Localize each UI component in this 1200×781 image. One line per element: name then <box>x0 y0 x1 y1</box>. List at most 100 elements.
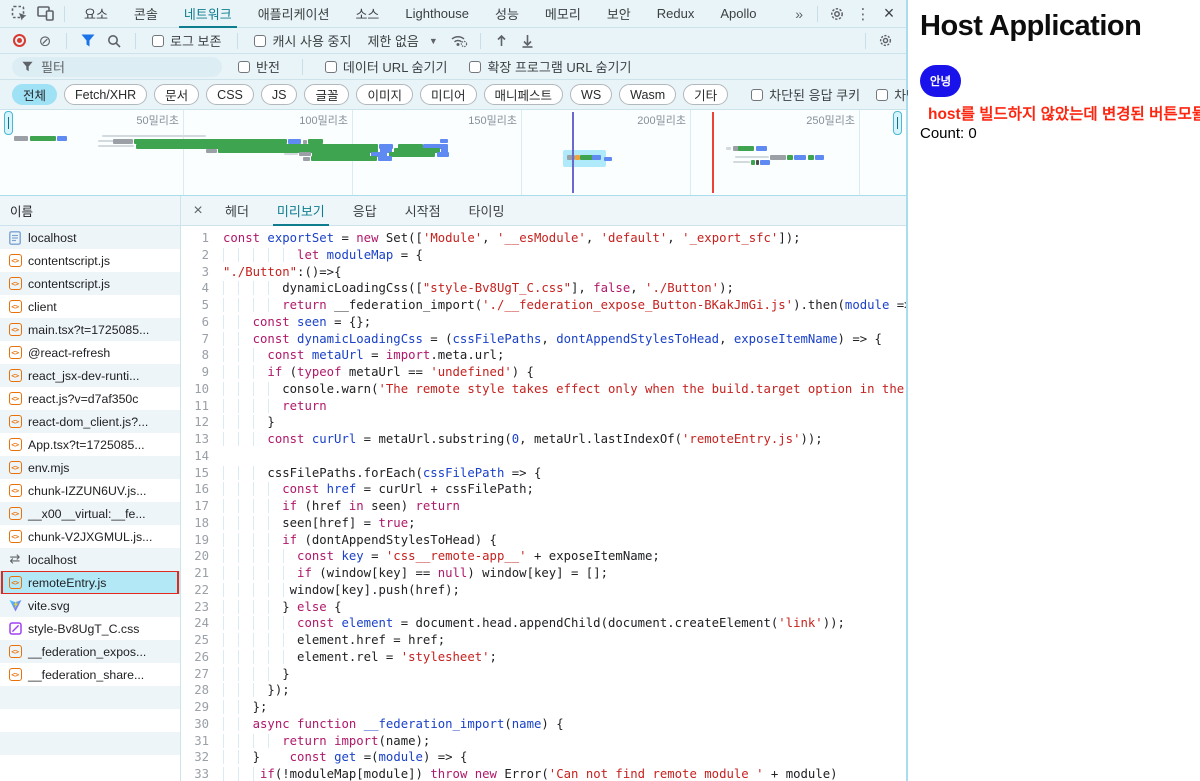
filter-chip-문서[interactable]: 문서 <box>154 84 199 105</box>
hello-button[interactable]: 안녕 <box>920 65 961 97</box>
detail-tab-타이밍[interactable]: 타이밍 <box>455 196 519 226</box>
disable-cache-checkbox[interactable]: 캐시 사용 중지 <box>248 31 357 50</box>
hide-data-urls-checkbox[interactable]: 데이터 URL 숨기기 <box>319 57 454 76</box>
filter-chip-매니페스트[interactable]: 매니페스트 <box>484 84 564 105</box>
filter-chip-기타[interactable]: 기타 <box>683 84 728 105</box>
filter-chip-글꼴[interactable]: 글꼴 <box>304 84 349 105</box>
filter-input[interactable]: 필터 <box>12 57 222 77</box>
kebab-menu-icon[interactable]: ⋮ <box>850 2 876 26</box>
request-row-main.tsx?t=1725085...[interactable]: <>main.tsx?t=1725085... <box>0 318 180 341</box>
invert-label: 반전 <box>256 57 280 76</box>
request-row-localhost[interactable]: ⇄localhost <box>0 548 180 571</box>
close-detail-icon[interactable]: × <box>185 198 211 224</box>
request-row-contentscript.js[interactable]: <>contentscript.js <box>0 249 180 272</box>
checkbox[interactable] <box>469 61 481 73</box>
devtools-tab-애플리케이션[interactable]: 애플리케이션 <box>245 0 343 28</box>
checkbox[interactable] <box>876 89 888 101</box>
request-row-localhost[interactable]: localhost <box>0 226 180 249</box>
request-row-style-Bv8UgT_C.css[interactable]: style-Bv8UgT_C.css <box>0 617 180 640</box>
filter-chip-미디어[interactable]: 미디어 <box>420 84 477 105</box>
code-line: 26 element.rel = 'stylesheet'; <box>181 649 906 666</box>
line-number: 14 <box>181 448 223 465</box>
request-row-__federation_expos...[interactable]: <>__federation_expos... <box>0 640 180 663</box>
request-name: localhost <box>28 231 77 245</box>
request-row-__federation_share...[interactable]: <>__federation_share... <box>0 663 180 686</box>
more-tabs-icon[interactable]: » <box>787 0 811 28</box>
code-line: 24 const element = document.head.appendC… <box>181 615 906 632</box>
js-file-icon: <> <box>8 323 22 337</box>
request-row-react-dom_client.js?...[interactable]: <>react-dom_client.js?... <box>0 410 180 433</box>
devtools-tab-Lighthouse[interactable]: Lighthouse <box>392 0 482 28</box>
record-network-log-button[interactable] <box>8 30 30 52</box>
devtools-tab-메모리[interactable]: 메모리 <box>532 0 594 28</box>
domcontentloaded-marker <box>572 112 574 193</box>
network-overview-timeline[interactable]: 50밀리초100밀리초150밀리초200밀리초250밀리초 <box>0 110 906 196</box>
hide-extension-urls-checkbox[interactable]: 확장 프로그램 URL 숨기기 <box>463 57 637 76</box>
throttling-dropdown[interactable]: 제한 없음 ▼ <box>361 31 443 50</box>
devtools-tab-소스[interactable]: 소스 <box>342 0 392 28</box>
code-text: }); <box>223 682 906 699</box>
close-devtools-icon[interactable]: × <box>876 2 902 26</box>
devtools-tab-성능[interactable]: 성능 <box>482 0 532 28</box>
import-har-icon[interactable] <box>491 30 513 52</box>
detail-tab-응답[interactable]: 응답 <box>339 196 391 226</box>
devtools-tab-Redux[interactable]: Redux <box>644 0 708 28</box>
js-file-icon: <> <box>8 346 22 360</box>
filter-chip-전체[interactable]: 전체 <box>12 84 57 105</box>
checkbox[interactable] <box>254 35 266 47</box>
devtools-tab-보안[interactable]: 보안 <box>594 0 644 28</box>
request-row-remoteEntry.js[interactable]: <>remoteEntry.js <box>0 571 180 594</box>
code-line: 1const exportSet = new Set(['Module', '_… <box>181 230 906 247</box>
filter-chip-CSS[interactable]: CSS <box>206 84 254 105</box>
timeline-range-handle[interactable] <box>4 111 13 135</box>
preserve-log-checkbox[interactable]: 로그 보존 <box>146 31 227 50</box>
request-row-vite.svg[interactable]: vite.svg <box>0 594 180 617</box>
request-row-contentscript.js[interactable]: <>contentscript.js <box>0 272 180 295</box>
preview-code-viewer[interactable]: 1const exportSet = new Set(['Module', '_… <box>181 226 906 781</box>
devtools-tab-콘솔[interactable]: 콘솔 <box>121 0 171 28</box>
request-filter-checkbox[interactable]: 차단된 응답 쿠키 <box>748 85 863 104</box>
code-line: 10 console.warn('The remote style takes … <box>181 381 906 398</box>
devtools-tab-Apollo[interactable]: Apollo <box>707 0 769 28</box>
request-row-__x00__virtual:__fe...[interactable]: <>__x00__virtual:__fe... <box>0 502 180 525</box>
request-row-chunk-V2JXGMUL.js...[interactable]: <>chunk-V2JXGMUL.js... <box>0 525 180 548</box>
search-icon[interactable] <box>103 30 125 52</box>
filter-chip-JS[interactable]: JS <box>261 84 298 105</box>
filter-chip-Fetch/XHR[interactable]: Fetch/XHR <box>64 84 147 105</box>
code-line: 28 }); <box>181 682 906 699</box>
devtools-panel: 요소콘솔네트워크애플리케이션소스Lighthouse성능메모리보안ReduxAp… <box>0 0 908 781</box>
checkbox[interactable] <box>325 61 337 73</box>
request-list-header[interactable]: 이름 <box>0 196 180 226</box>
settings-gear-icon[interactable] <box>824 2 850 26</box>
detail-tab-헤더[interactable]: 헤더 <box>211 196 263 226</box>
code-text <box>223 448 906 465</box>
filter-funnel-icon[interactable] <box>77 30 99 52</box>
network-settings-gear-icon[interactable] <box>872 29 898 53</box>
clear-network-log-icon[interactable]: ⊘ <box>34 30 56 52</box>
request-row-react.js?v=d7af350c[interactable]: <>react.js?v=d7af350c <box>0 387 180 410</box>
line-number: 19 <box>181 532 223 549</box>
checkbox[interactable] <box>751 89 763 101</box>
timeline-range-handle[interactable] <box>893 111 902 135</box>
request-row-chunk-IZZUN6UV.js...[interactable]: <>chunk-IZZUN6UV.js... <box>0 479 180 502</box>
invert-checkbox[interactable]: 반전 <box>232 57 286 76</box>
request-row-client[interactable]: <>client <box>0 295 180 318</box>
devtools-tab-네트워크[interactable]: 네트워크 <box>171 0 245 28</box>
request-row-App.tsx?t=1725085...[interactable]: <>App.tsx?t=1725085... <box>0 433 180 456</box>
request-row-react_jsx-dev-runti...[interactable]: <>react_jsx-dev-runti... <box>0 364 180 387</box>
checkbox[interactable] <box>238 61 250 73</box>
detail-tab-시작점[interactable]: 시작점 <box>391 196 455 226</box>
request-row-@react-refresh[interactable]: <>@react-refresh <box>0 341 180 364</box>
checkbox[interactable] <box>152 35 164 47</box>
device-toolbar-icon[interactable] <box>32 2 58 26</box>
request-row-env.mjs[interactable]: <>env.mjs <box>0 456 180 479</box>
request-row-empty <box>0 755 180 778</box>
inspect-element-icon[interactable] <box>6 2 32 26</box>
devtools-tab-요소[interactable]: 요소 <box>71 0 121 28</box>
filter-chip-이미지[interactable]: 이미지 <box>356 84 413 105</box>
filter-chip-WS[interactable]: WS <box>570 84 612 105</box>
export-har-icon[interactable] <box>517 30 539 52</box>
detail-tab-미리보기[interactable]: 미리보기 <box>263 196 339 226</box>
network-conditions-icon[interactable] <box>448 30 470 52</box>
filter-chip-Wasm[interactable]: Wasm <box>619 84 676 105</box>
